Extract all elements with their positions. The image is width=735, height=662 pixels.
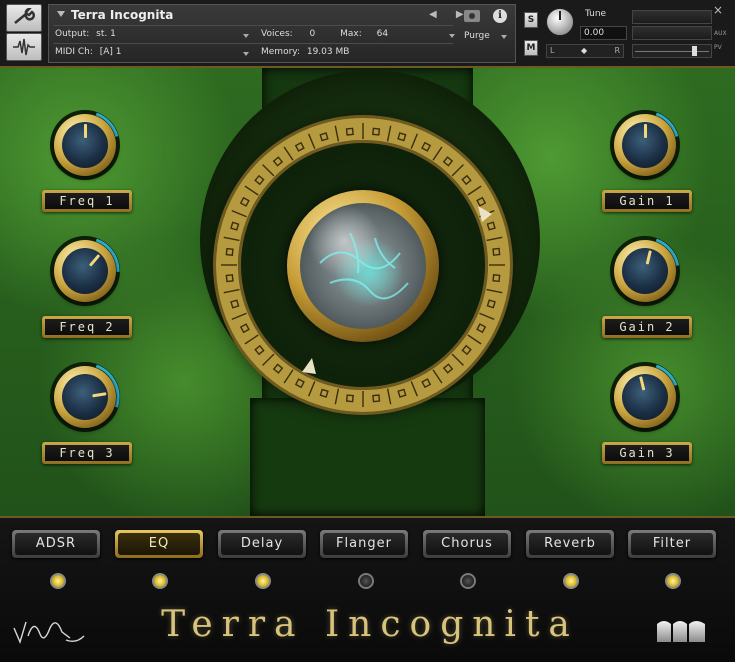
knob-face bbox=[62, 374, 108, 420]
waveform-icon[interactable] bbox=[6, 33, 42, 61]
knob-freq-2[interactable] bbox=[50, 236, 120, 306]
memory-label: Memory: bbox=[261, 47, 300, 57]
led-chorus[interactable] bbox=[460, 573, 476, 589]
label-freq-2: Freq 2 bbox=[42, 316, 132, 338]
orb-veins bbox=[319, 232, 409, 300]
knob-gain-1[interactable] bbox=[610, 110, 680, 180]
developer-logo bbox=[657, 621, 705, 642]
voices-label: Voices: bbox=[261, 29, 293, 39]
tab-filter[interactable]: Filter bbox=[628, 530, 716, 558]
led-flanger[interactable] bbox=[358, 573, 374, 589]
tune-knob[interactable] bbox=[546, 8, 574, 36]
output-value: st. 1 bbox=[96, 29, 116, 39]
effects-panel: ADSR EQ Delay Flanger Chorus Reverb Filt… bbox=[0, 516, 735, 662]
ring-marker-right bbox=[478, 206, 492, 222]
knob-gain-2[interactable] bbox=[610, 236, 680, 306]
level-meter-left bbox=[632, 10, 712, 24]
label-gain-3: Gain 3 bbox=[602, 442, 692, 464]
label-freq-3: Freq 3 bbox=[42, 442, 132, 464]
knob-pointer bbox=[644, 124, 647, 138]
led-delay[interactable] bbox=[255, 573, 271, 589]
pan-left-label: L bbox=[550, 46, 555, 55]
pan-slider[interactable]: L ◆ R bbox=[546, 44, 624, 58]
mute-button[interactable]: M bbox=[524, 40, 538, 56]
memory-value: 19.03 MB bbox=[306, 47, 350, 57]
tune-label: Tune bbox=[585, 9, 607, 19]
led-adsr[interactable] bbox=[50, 573, 66, 589]
led-eq[interactable] bbox=[152, 573, 168, 589]
aux-label[interactable]: AUX bbox=[714, 30, 727, 37]
volume-slider[interactable] bbox=[632, 44, 712, 58]
voices-value: 0 bbox=[309, 29, 316, 39]
label-freq-1: Freq 1 bbox=[42, 190, 132, 212]
instrument-panel: Terra Incognita ◀ ▶ i Output: st. 1 Voic… bbox=[48, 4, 516, 63]
knob-face bbox=[622, 248, 668, 294]
pan-center-handle[interactable]: ◆ bbox=[581, 45, 587, 57]
purge-menu[interactable]: Purge bbox=[464, 31, 490, 41]
led-reverb[interactable] bbox=[563, 573, 579, 589]
brand-title: Terra Incognita bbox=[161, 604, 579, 645]
output-dropdown-icon[interactable] bbox=[243, 34, 249, 38]
wrench-icon[interactable] bbox=[6, 4, 42, 32]
tab-chorus[interactable]: Chorus bbox=[423, 530, 511, 558]
max-dropdown-icon[interactable] bbox=[449, 34, 455, 38]
tab-flanger[interactable]: Flanger bbox=[320, 530, 408, 558]
midi-value: [A] 1 bbox=[99, 47, 122, 57]
output-label: Output: bbox=[55, 29, 90, 39]
knob-freq-3[interactable] bbox=[50, 362, 120, 432]
label-gain-1: Gain 1 bbox=[602, 190, 692, 212]
purge-dropdown-icon[interactable] bbox=[501, 35, 507, 39]
close-icon[interactable]: × bbox=[713, 3, 723, 17]
max-value: 64 bbox=[376, 29, 389, 39]
purge-label: Purge bbox=[464, 31, 490, 41]
knob-face bbox=[622, 374, 668, 420]
tab-delay[interactable]: Delay bbox=[218, 530, 306, 558]
tab-reverb[interactable]: Reverb bbox=[526, 530, 614, 558]
max-label: Max: bbox=[340, 29, 362, 39]
voices-row: Voices: 0 Max: 64 bbox=[261, 29, 388, 39]
memory-row: Memory: 19.03 MB bbox=[261, 47, 349, 57]
instrument-name[interactable]: Terra Incognita bbox=[71, 8, 173, 22]
center-lower-groove bbox=[250, 398, 485, 516]
tab-adsr[interactable]: ADSR bbox=[12, 530, 100, 558]
signature-logo bbox=[13, 621, 85, 645]
level-meter-right bbox=[632, 26, 712, 40]
tab-eq[interactable]: EQ bbox=[115, 530, 203, 558]
midi-row[interactable]: MIDI Ch: [A] 1 bbox=[55, 47, 122, 57]
instrument-header: Terra Incognita ◀ ▶ i Output: st. 1 Voic… bbox=[0, 0, 735, 68]
solo-button[interactable]: S bbox=[524, 12, 538, 28]
pan-right-label: R bbox=[614, 46, 620, 55]
camera-icon[interactable] bbox=[464, 10, 480, 22]
knob-pointer bbox=[84, 124, 87, 138]
instrument-menu-icon[interactable] bbox=[57, 11, 65, 17]
output-row[interactable]: Output: st. 1 bbox=[55, 29, 116, 39]
label-gain-2: Gain 2 bbox=[602, 316, 692, 338]
knob-gain-3[interactable] bbox=[610, 362, 680, 432]
midi-label: MIDI Ch: bbox=[55, 47, 93, 57]
info-icon[interactable]: i bbox=[493, 9, 507, 23]
tune-value[interactable]: 0.00 bbox=[580, 26, 627, 40]
knob-freq-1[interactable] bbox=[50, 110, 120, 180]
ring-marker-left bbox=[302, 358, 316, 374]
led-filter[interactable] bbox=[665, 573, 681, 589]
midi-dropdown-icon[interactable] bbox=[243, 52, 249, 56]
knob-face bbox=[62, 248, 108, 294]
pv-label[interactable]: PV bbox=[714, 44, 722, 51]
